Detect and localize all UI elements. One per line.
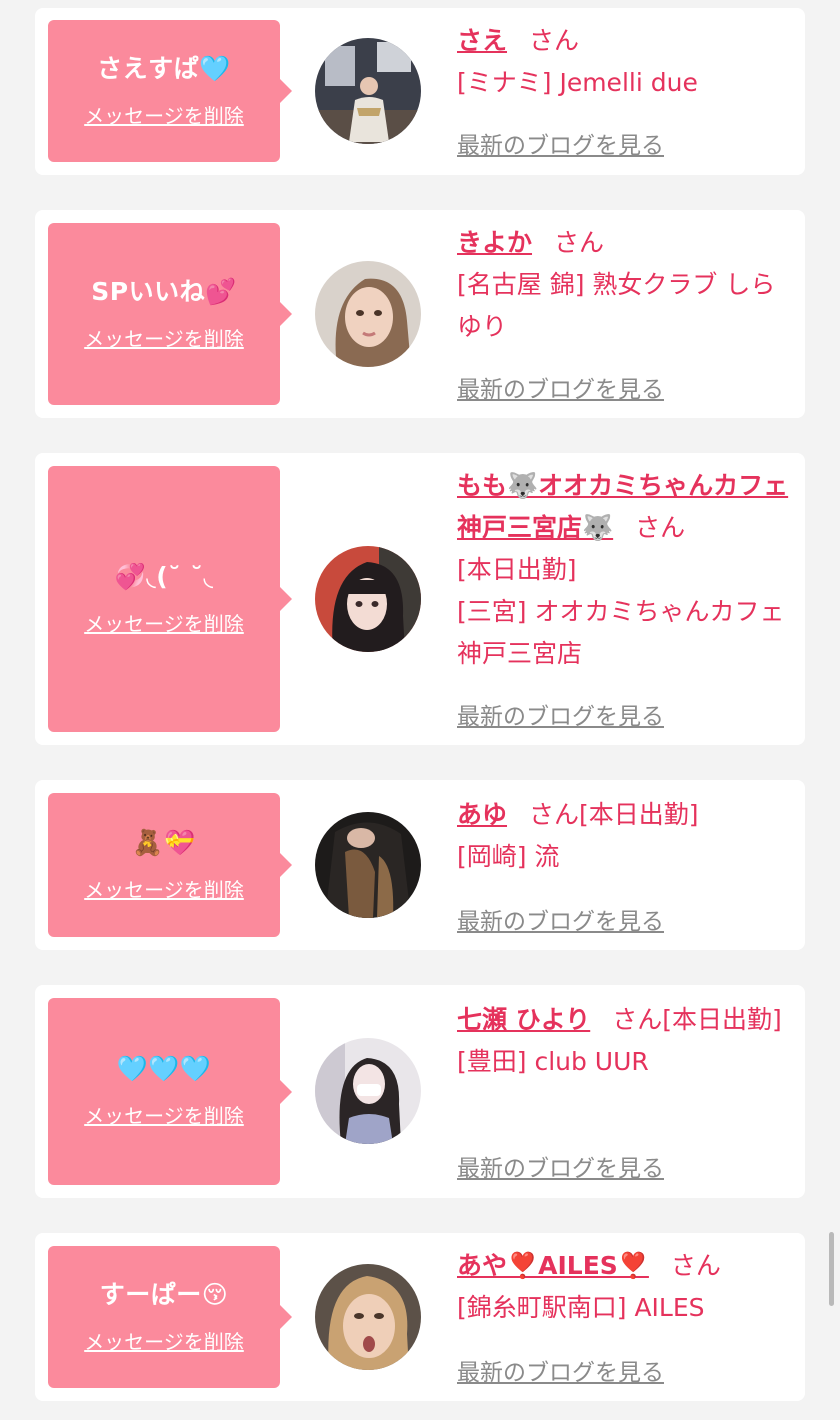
delete-message-link[interactable]: メッセージを削除 <box>84 874 244 903</box>
avatar[interactable] <box>315 1038 421 1144</box>
message-bubble: 💞◟(˘ ˘◟ メッセージを削除 <box>48 466 292 732</box>
message-text: 🧸💝 <box>132 827 196 857</box>
sender-name-link[interactable]: あゆ <box>457 800 507 829</box>
shop-line: [錦糸町駅南口] AILES <box>457 1293 705 1322</box>
sender-info: きよか さん [名古屋 錦] 熟女クラブ しらゆり <box>457 222 792 348</box>
shop-line: [ミナミ] Jemelli due <box>457 68 698 97</box>
avatar[interactable] <box>315 261 421 367</box>
avatar[interactable] <box>315 546 421 652</box>
attendance-status: [本日出勤] <box>579 800 699 829</box>
message-text: 💞◟(˘ ˘◟ <box>114 561 214 591</box>
message-bubble: SPいいね💕 メッセージを削除 <box>48 223 292 405</box>
sender-name-link[interactable]: あや❣️AILES❣️ <box>457 1251 649 1280</box>
message-card: SPいいね💕 メッセージを削除 きよか さん [名古屋 錦] 熟女クラブ しらゆり… <box>35 210 805 418</box>
attendance-status: [本日出勤] <box>662 1005 782 1034</box>
honorific: さん <box>635 513 686 542</box>
sender-info: あゆ さん[本日出勤] [岡崎] 流 <box>457 794 792 878</box>
shop-line: [名古屋 錦] 熟女クラブ しらゆり <box>457 270 776 341</box>
avatar[interactable] <box>315 812 421 918</box>
message-bubble: さえすぱ🩵 メッセージを削除 <box>48 20 292 162</box>
sender-name-link[interactable]: もも🐺オオカミちゃんカフェ神戸三宮店🐺 <box>457 471 788 542</box>
honorific: さん <box>529 26 580 55</box>
delete-message-link[interactable]: メッセージを削除 <box>84 100 244 129</box>
message-list: さえすぱ🩵 メッセージを削除 さえ さん [ミナミ] Jemelli due 最新… <box>0 0 840 1420</box>
message-bubble: 🧸💝 メッセージを削除 <box>48 793 292 937</box>
message-text: 🩵🩵🩵 <box>116 1054 212 1083</box>
latest-blog-link[interactable]: 最新のブログを見る <box>457 370 664 404</box>
message-text: SPいいね💕 <box>91 276 237 306</box>
latest-blog-link[interactable]: 最新のブログを見る <box>457 1353 664 1387</box>
avatar[interactable] <box>315 38 421 144</box>
honorific: さん <box>670 1251 721 1280</box>
shop-line: [岡崎] 流 <box>457 842 560 871</box>
message-card: 🩵🩵🩵 メッセージを削除 七瀬 ひより さん[本日出勤] [豊田] club UU… <box>35 985 805 1198</box>
honorific: さん <box>612 1005 663 1034</box>
shop-line: [三宮] オオカミちゃんカフェ神戸三宮店 <box>457 597 785 668</box>
message-bubble: 🩵🩵🩵 メッセージを削除 <box>48 998 292 1185</box>
status-line: [本日出勤] <box>457 555 577 584</box>
latest-blog-link[interactable]: 最新のブログを見る <box>457 697 664 731</box>
message-text: すーぱー😚 <box>99 1279 229 1309</box>
delete-message-link[interactable]: メッセージを削除 <box>84 323 244 352</box>
message-text: さえすぱ🩵 <box>97 53 231 83</box>
message-card: 🧸💝 メッセージを削除 あゆ さん[本日出勤] [岡崎] 流 最新のブログを見る <box>35 780 805 950</box>
sender-info: さえ さん [ミナミ] Jemelli due <box>457 20 792 104</box>
latest-blog-link[interactable]: 最新のブログを見る <box>457 902 664 936</box>
sender-name-link[interactable]: 七瀬 ひより <box>457 1005 590 1034</box>
message-card: さえすぱ🩵 メッセージを削除 さえ さん [ミナミ] Jemelli due 最新… <box>35 8 805 175</box>
sender-info: 七瀬 ひより さん[本日出勤] [豊田] club UUR <box>457 999 792 1083</box>
sender-info: もも🐺オオカミちゃんカフェ神戸三宮店🐺 さん [本日出勤] [三宮] オオカミちゃ… <box>457 465 792 675</box>
sender-name-link[interactable]: きよか <box>457 228 532 257</box>
honorific: さん <box>529 800 580 829</box>
delete-message-link[interactable]: メッセージを削除 <box>84 1100 244 1129</box>
sender-name-link[interactable]: さえ <box>457 26 507 55</box>
shop-line: [豊田] club UUR <box>457 1047 649 1076</box>
scrollbar[interactable] <box>829 1232 834 1306</box>
message-bubble: すーぱー😚 メッセージを削除 <box>48 1246 292 1388</box>
message-card: 💞◟(˘ ˘◟ メッセージを削除 もも🐺オオカミちゃんカフェ神戸三宮店🐺 さん [… <box>35 453 805 745</box>
latest-blog-link[interactable]: 最新のブログを見る <box>457 126 664 160</box>
message-card: すーぱー😚 メッセージを削除 あや❣️AILES❣️ さん [錦糸町駅南口] AI… <box>35 1233 805 1401</box>
avatar[interactable] <box>315 1264 421 1370</box>
sender-info: あや❣️AILES❣️ さん [錦糸町駅南口] AILES <box>457 1245 792 1329</box>
latest-blog-link[interactable]: 最新のブログを見る <box>457 1149 664 1183</box>
delete-message-link[interactable]: メッセージを削除 <box>84 1326 244 1355</box>
honorific: さん <box>554 228 605 257</box>
delete-message-link[interactable]: メッセージを削除 <box>84 608 244 637</box>
